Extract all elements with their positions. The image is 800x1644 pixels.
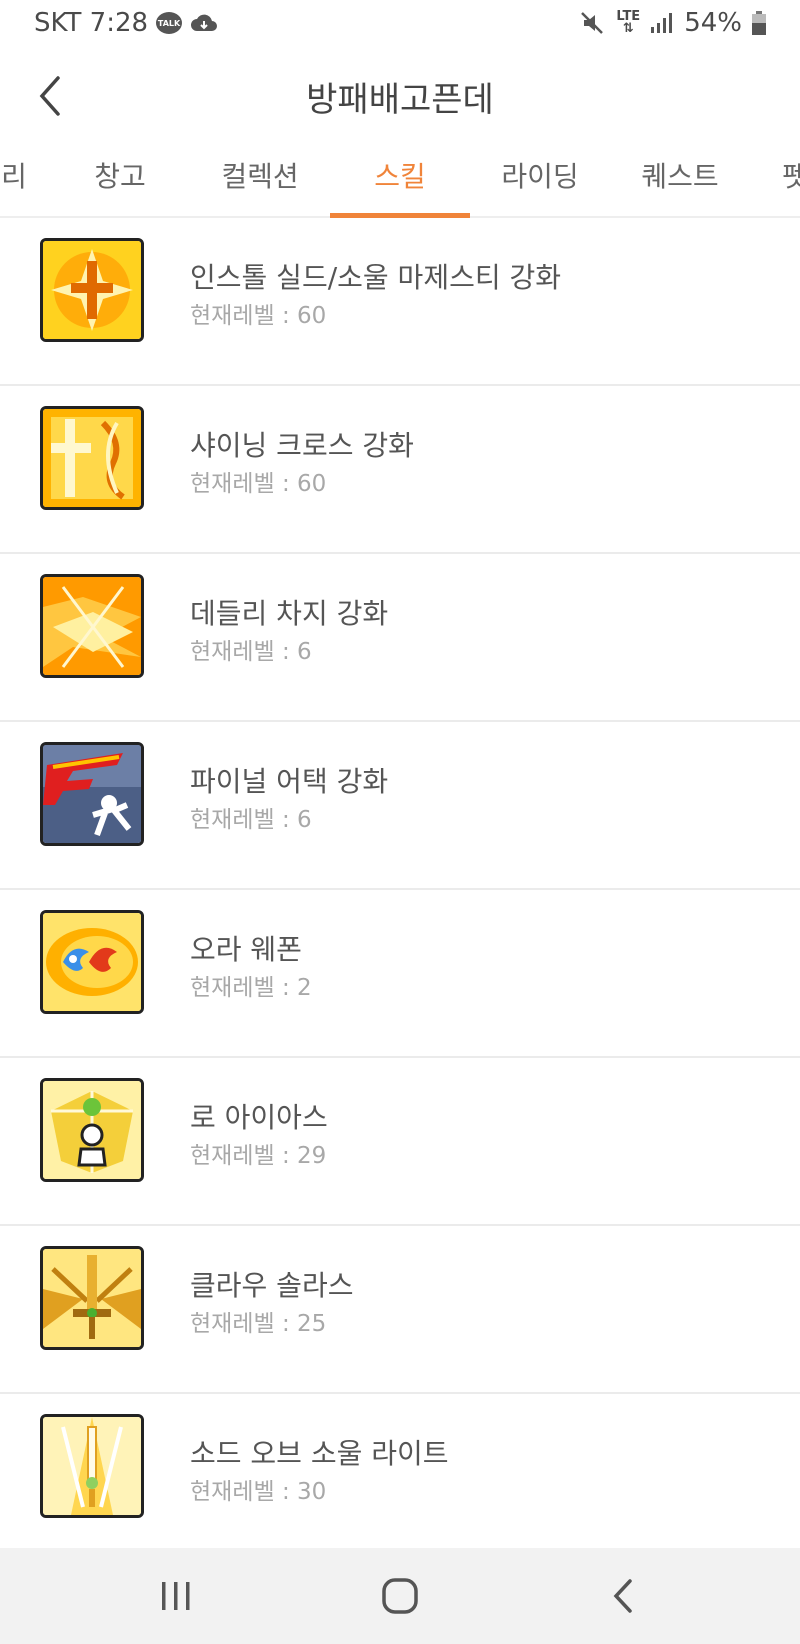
skill-row[interactable]: 클라우 솔라스 현재레벨 : 25 xyxy=(0,1226,800,1394)
install-shield-icon xyxy=(40,238,144,342)
skill-name: 소드 오브 소울 라이트 xyxy=(190,1437,449,1470)
skill-list: 인스톨 실드/소울 마제스티 강화 현재레벨 : 60 샤이닝 크로스 강화 현… xyxy=(0,218,800,1562)
tab-quest[interactable]: 퀘스트 xyxy=(610,140,750,216)
skill-level: 현재레벨 : 60 xyxy=(190,303,327,329)
skill-level: 현재레벨 : 30 xyxy=(190,1479,327,1505)
carrier-time: SKT 7:28 xyxy=(34,8,149,38)
skill-name: 인스톨 실드/소울 마제스티 강화 xyxy=(190,261,562,294)
status-right: LTE ⇅ 54% xyxy=(580,8,766,38)
back-arrow-icon xyxy=(613,1579,632,1613)
lte-icon: LTE ⇅ xyxy=(616,9,641,36)
battery-icon xyxy=(752,11,766,35)
tab-pet[interactable]: 펫 xyxy=(775,140,800,216)
skill-row[interactable]: 샤이닝 크로스 강화 현재레벨 : 60 xyxy=(0,386,800,554)
recent-apps-button[interactable] xyxy=(154,1576,198,1616)
recent-apps-icon xyxy=(162,1582,190,1610)
ro-aias-icon xyxy=(40,1078,144,1182)
cloud-sync-icon xyxy=(190,13,218,33)
skill-name: 파이널 어택 강화 xyxy=(190,765,389,798)
claiomh-solais-icon xyxy=(40,1246,144,1350)
skill-row[interactable]: 파이널 어택 강화 현재레벨 : 6 xyxy=(0,722,800,890)
status-left: SKT 7:28 TALK xyxy=(34,8,218,38)
skill-level: 현재레벨 : 60 xyxy=(190,471,327,497)
signal-icon xyxy=(650,11,674,35)
skill-name: 클라우 솔라스 xyxy=(190,1269,354,1302)
mute-icon xyxy=(580,11,606,35)
status-bar: SKT 7:28 TALK LTE ⇅ 54% xyxy=(0,0,800,48)
skill-name: 샤이닝 크로스 강화 xyxy=(190,429,414,462)
skill-row[interactable]: 소드 오브 소울 라이트 현재레벨 : 30 xyxy=(0,1394,800,1562)
skill-row[interactable]: 오라 웨폰 현재레벨 : 2 xyxy=(0,890,800,1058)
app-header: 방패배고픈데 xyxy=(0,52,800,140)
skill-name: 데들리 차지 강화 xyxy=(190,597,389,630)
page-title: 방패배고픈데 xyxy=(306,80,494,120)
tab-collection[interactable]: 컬렉션 xyxy=(190,140,330,216)
home-icon xyxy=(382,1578,418,1614)
skill-level: 현재레벨 : 6 xyxy=(190,807,312,833)
skill-name: 로 아이아스 xyxy=(190,1101,328,1134)
skill-name: 오라 웨폰 xyxy=(190,933,302,966)
system-nav-bar xyxy=(0,1548,800,1644)
skill-level: 현재레벨 : 2 xyxy=(190,975,312,1001)
home-button[interactable] xyxy=(378,1576,422,1616)
tab-riding[interactable]: 라이딩 xyxy=(470,140,610,216)
tab-storage[interactable]: 창고 xyxy=(70,140,170,216)
shining-cross-icon xyxy=(40,406,144,510)
tab-skill[interactable]: 스킬 xyxy=(330,140,470,218)
system-back-button[interactable] xyxy=(602,1576,646,1616)
skill-row[interactable]: 인스톨 실드/소울 마제스티 강화 현재레벨 : 60 xyxy=(0,218,800,386)
tab-partial-left[interactable]: 리 xyxy=(0,140,34,216)
sword-of-soul-light-icon xyxy=(40,1414,144,1518)
skill-row[interactable]: 로 아이아스 현재레벨 : 29 xyxy=(0,1058,800,1226)
kakaotalk-icon: TALK xyxy=(156,12,183,34)
network-label: LTE xyxy=(616,9,641,24)
skill-row[interactable]: 데들리 차지 강화 현재레벨 : 6 xyxy=(0,554,800,722)
skill-level: 현재레벨 : 29 xyxy=(190,1143,327,1169)
aura-weapon-icon xyxy=(40,910,144,1014)
deadly-charge-icon xyxy=(40,574,144,678)
tab-bar: 리 창고 컬렉션 스킬 라이딩 퀘스트 펫 xyxy=(0,140,800,218)
skill-level: 현재레벨 : 6 xyxy=(190,639,312,665)
final-attack-icon xyxy=(40,742,144,846)
skill-level: 현재레벨 : 25 xyxy=(190,1311,327,1337)
battery-percent: 54% xyxy=(684,8,742,38)
